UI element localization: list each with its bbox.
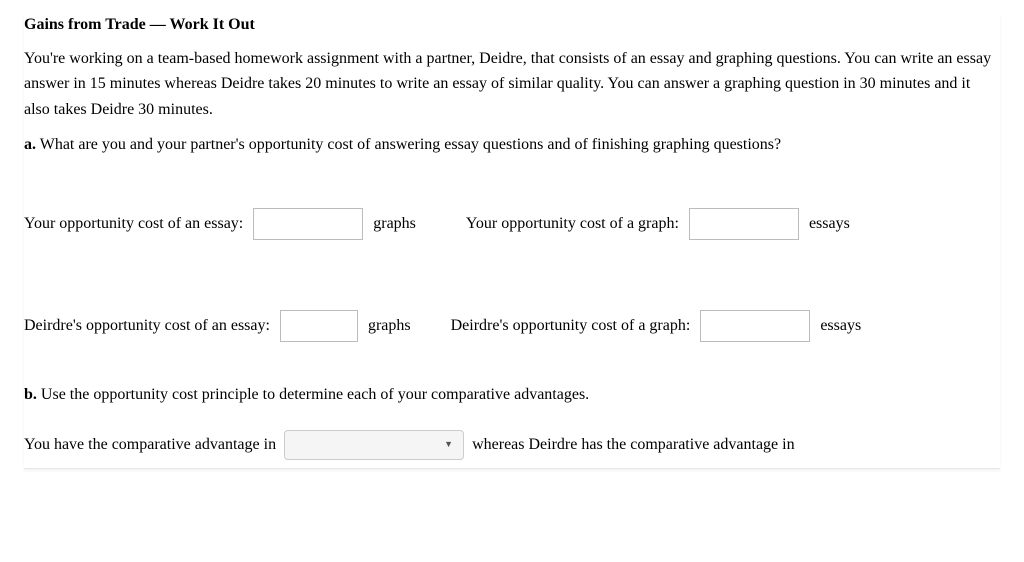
question-a: a. What are you and your partner's oppor… xyxy=(24,132,1000,158)
question-a-label: a. xyxy=(24,136,36,153)
intro-paragraph: You're working on a team-based homework … xyxy=(24,46,1000,123)
your-graph-cost-unit: essays xyxy=(809,211,850,237)
deirdre-graph-cost-label: Deirdre's opportunity cost of a graph: xyxy=(451,313,691,339)
deirdre-cost-row: Deirdre's opportunity cost of an essay: … xyxy=(24,310,1000,342)
deirdre-essay-cost-label: Deirdre's opportunity cost of an essay: xyxy=(24,313,270,339)
your-graph-cost-input[interactable] xyxy=(689,208,799,240)
comp-adv-pre-text: You have the comparative advantage in xyxy=(24,432,276,458)
your-essay-cost-label: Your opportunity cost of an essay: xyxy=(24,211,243,237)
chevron-down-icon: ▼ xyxy=(444,437,453,451)
question-a-text: What are you and your partner's opportun… xyxy=(40,136,781,153)
deirdre-graph-cost-input[interactable] xyxy=(700,310,810,342)
comp-adv-select[interactable]: ▼ xyxy=(284,430,464,460)
deirdre-essay-cost-input[interactable] xyxy=(280,310,358,342)
page-title: Gains from Trade — Work It Out xyxy=(24,12,1000,38)
your-graph-cost-label: Your opportunity cost of a graph: xyxy=(466,211,679,237)
comp-adv-post-text: whereas Deirdre has the comparative adva… xyxy=(472,432,795,458)
your-essay-cost-input[interactable] xyxy=(253,208,363,240)
your-cost-row: Your opportunity cost of an essay: graph… xyxy=(24,208,1000,240)
your-essay-cost-unit: graphs xyxy=(373,211,416,237)
deirdre-essay-cost-unit: graphs xyxy=(368,313,411,339)
comparative-advantage-row: You have the comparative advantage in ▼ … xyxy=(24,430,1000,460)
question-b-text: Use the opportunity cost principle to de… xyxy=(41,386,589,403)
question-b: b. Use the opportunity cost principle to… xyxy=(24,382,1000,408)
question-b-label: b. xyxy=(24,386,37,403)
deirdre-graph-cost-unit: essays xyxy=(820,313,861,339)
